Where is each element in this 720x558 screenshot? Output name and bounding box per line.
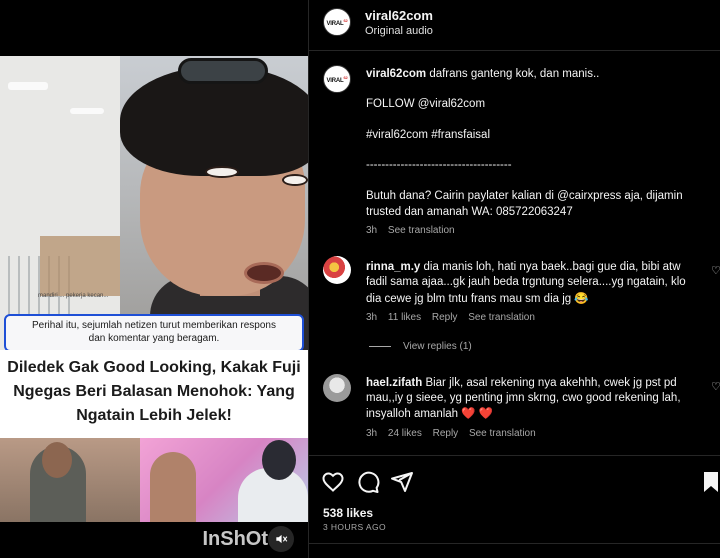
person-eye [205,166,239,178]
see-translation-link[interactable]: See translation [468,312,535,323]
overlay-line: dan komentar yang beragam. [88,333,220,344]
inshot-watermark: InShOt [202,528,268,550]
media-top-letterbox [0,0,308,56]
comment-meta: 3h 24 likes Reply See translation [366,428,544,439]
news-headline: Diledek Gak Good Looking, Kakak Fuji Nge… [0,350,308,438]
share-button[interactable] [390,470,414,494]
heart-outline-icon [322,472,344,492]
cardboard-boxes [40,236,120,296]
comment-like-icon[interactable]: ♡ [711,264,720,277]
add-comment-area[interactable] [309,543,720,558]
caption-promo: Butuh dana? Cairin paylater kalian di @c… [366,190,683,202]
see-translation-link[interactable]: See translation [388,225,455,236]
caption-username[interactable]: viral62com [366,68,426,80]
comment-text: insyalloh amanlah ❤️ ❤️ [366,408,494,420]
comment-meta: 3h 11 likes Reply See translation [366,312,543,323]
comment-text: dia manis loh, hati nya baek..bagi gue d… [423,261,681,273]
sunglasses-on-head [178,58,268,84]
brand-logo: VIRAL62 [326,74,348,84]
comment-time: 3h [366,312,378,323]
comment-button[interactable] [356,470,380,494]
view-replies-label: View replies (1) [403,341,472,352]
headline-line: Ngegas Beri Balasan Menohok: Yang [13,383,295,400]
post-media[interactable]: Perihal itu, sejumlah netizen turut memb… [0,0,308,558]
comment-line: hael.zifath Biar jlk, asal rekening nya … [366,377,677,389]
comment-likes-count[interactable]: 11 likes [388,312,421,323]
headline-line: Ngatain Lebih Jelek! [76,407,232,424]
comment-text: mau,,iy g sieee, yg penting jmn skrng, c… [366,392,681,404]
mute-button[interactable] [268,526,294,552]
reply-button[interactable]: Reply [433,428,459,439]
comment-time: 3h [366,428,378,439]
speaker-muted-icon [276,534,288,544]
person-eye [282,174,308,186]
see-translation-link[interactable]: See translation [469,428,536,439]
photo-couple [140,438,308,522]
comment-like-icon[interactable]: ♡ [711,380,720,393]
commenter-avatar[interactable] [323,374,351,402]
replies-dash [369,346,391,347]
caption-text: dafrans ganteng kok, dan manis.. [429,68,600,80]
comment-text: dia cewe jg blm tntu frans mau sm dia jg… [366,293,589,305]
overlay-line: Perihal itu, sejumlah netizen turut memb… [31,320,276,331]
commenter-username[interactable]: hael.zifath [366,377,422,389]
photo-man [0,438,140,522]
commenter-avatar[interactable] [323,256,351,284]
comment-bubble-icon [358,471,380,493]
thumbnail-photos [0,438,308,522]
likes-count[interactable]: 538 likes [323,506,373,520]
post-timestamp: 3 HOURS AGO [323,522,386,532]
brand-logo: VIRAL62 [326,17,348,27]
ceiling-light [70,108,104,114]
caption-meta: 3h See translation [366,225,463,236]
post-actions: 538 likes 3 HOURS AGO [309,455,720,558]
post-side-panel: VIRAL62 viral62com Original audio VIRAL6… [308,0,720,558]
paper-plane-icon [391,472,413,492]
comment-text: Biar jlk, asal rekening nya akehhh, cwek… [425,377,677,389]
caption-avatar[interactable]: VIRAL62 [323,65,351,93]
caption-first-line: viral62com dafrans ganteng kok, dan mani… [366,68,599,80]
save-button[interactable] [701,470,720,494]
video-frame[interactable]: Perihal itu, sejumlah netizen turut memb… [0,56,308,350]
ceiling-light [8,82,48,90]
headline-line: Diledek Gak Good Looking, Kakak Fuji [7,359,301,376]
audio-label[interactable]: Original audio [365,25,433,37]
woman-figure [150,452,196,522]
author-avatar[interactable]: VIRAL62 [323,8,351,36]
comment-likes-count[interactable]: 24 likes [388,428,422,439]
caption-divider: -------------------------------------- [366,159,512,171]
comment-line: rinna_m.y dia manis loh, hati nya baek..… [366,261,681,273]
comment-text: fadil sama ajaa...gk jauh beda trgntung … [366,276,686,288]
person-mouth [244,262,284,284]
man-head [42,442,72,478]
post-header: VIRAL62 viral62com Original audio [309,0,720,51]
commenter-username[interactable]: rinna_m.y [366,261,420,273]
video-caption-overlay: Perihal itu, sejumlah netizen turut memb… [4,314,304,350]
bookmark-icon [704,472,718,492]
caption-follow[interactable]: FOLLOW @viral62com [366,98,485,110]
caption-time: 3h [366,225,378,236]
overlay-small-name: mandiri ... pekerja kecan... [38,293,109,299]
caption-hashtags[interactable]: #viral62com #fransfaisal [366,129,490,141]
author-username[interactable]: viral62com [365,8,433,23]
view-replies-button[interactable]: View replies (1) [369,341,472,352]
reply-button[interactable]: Reply [432,312,458,323]
man-head [262,440,296,480]
like-button[interactable] [321,470,345,494]
caption-promo: trusted dan amanah WA: 085722063247 [366,206,573,218]
